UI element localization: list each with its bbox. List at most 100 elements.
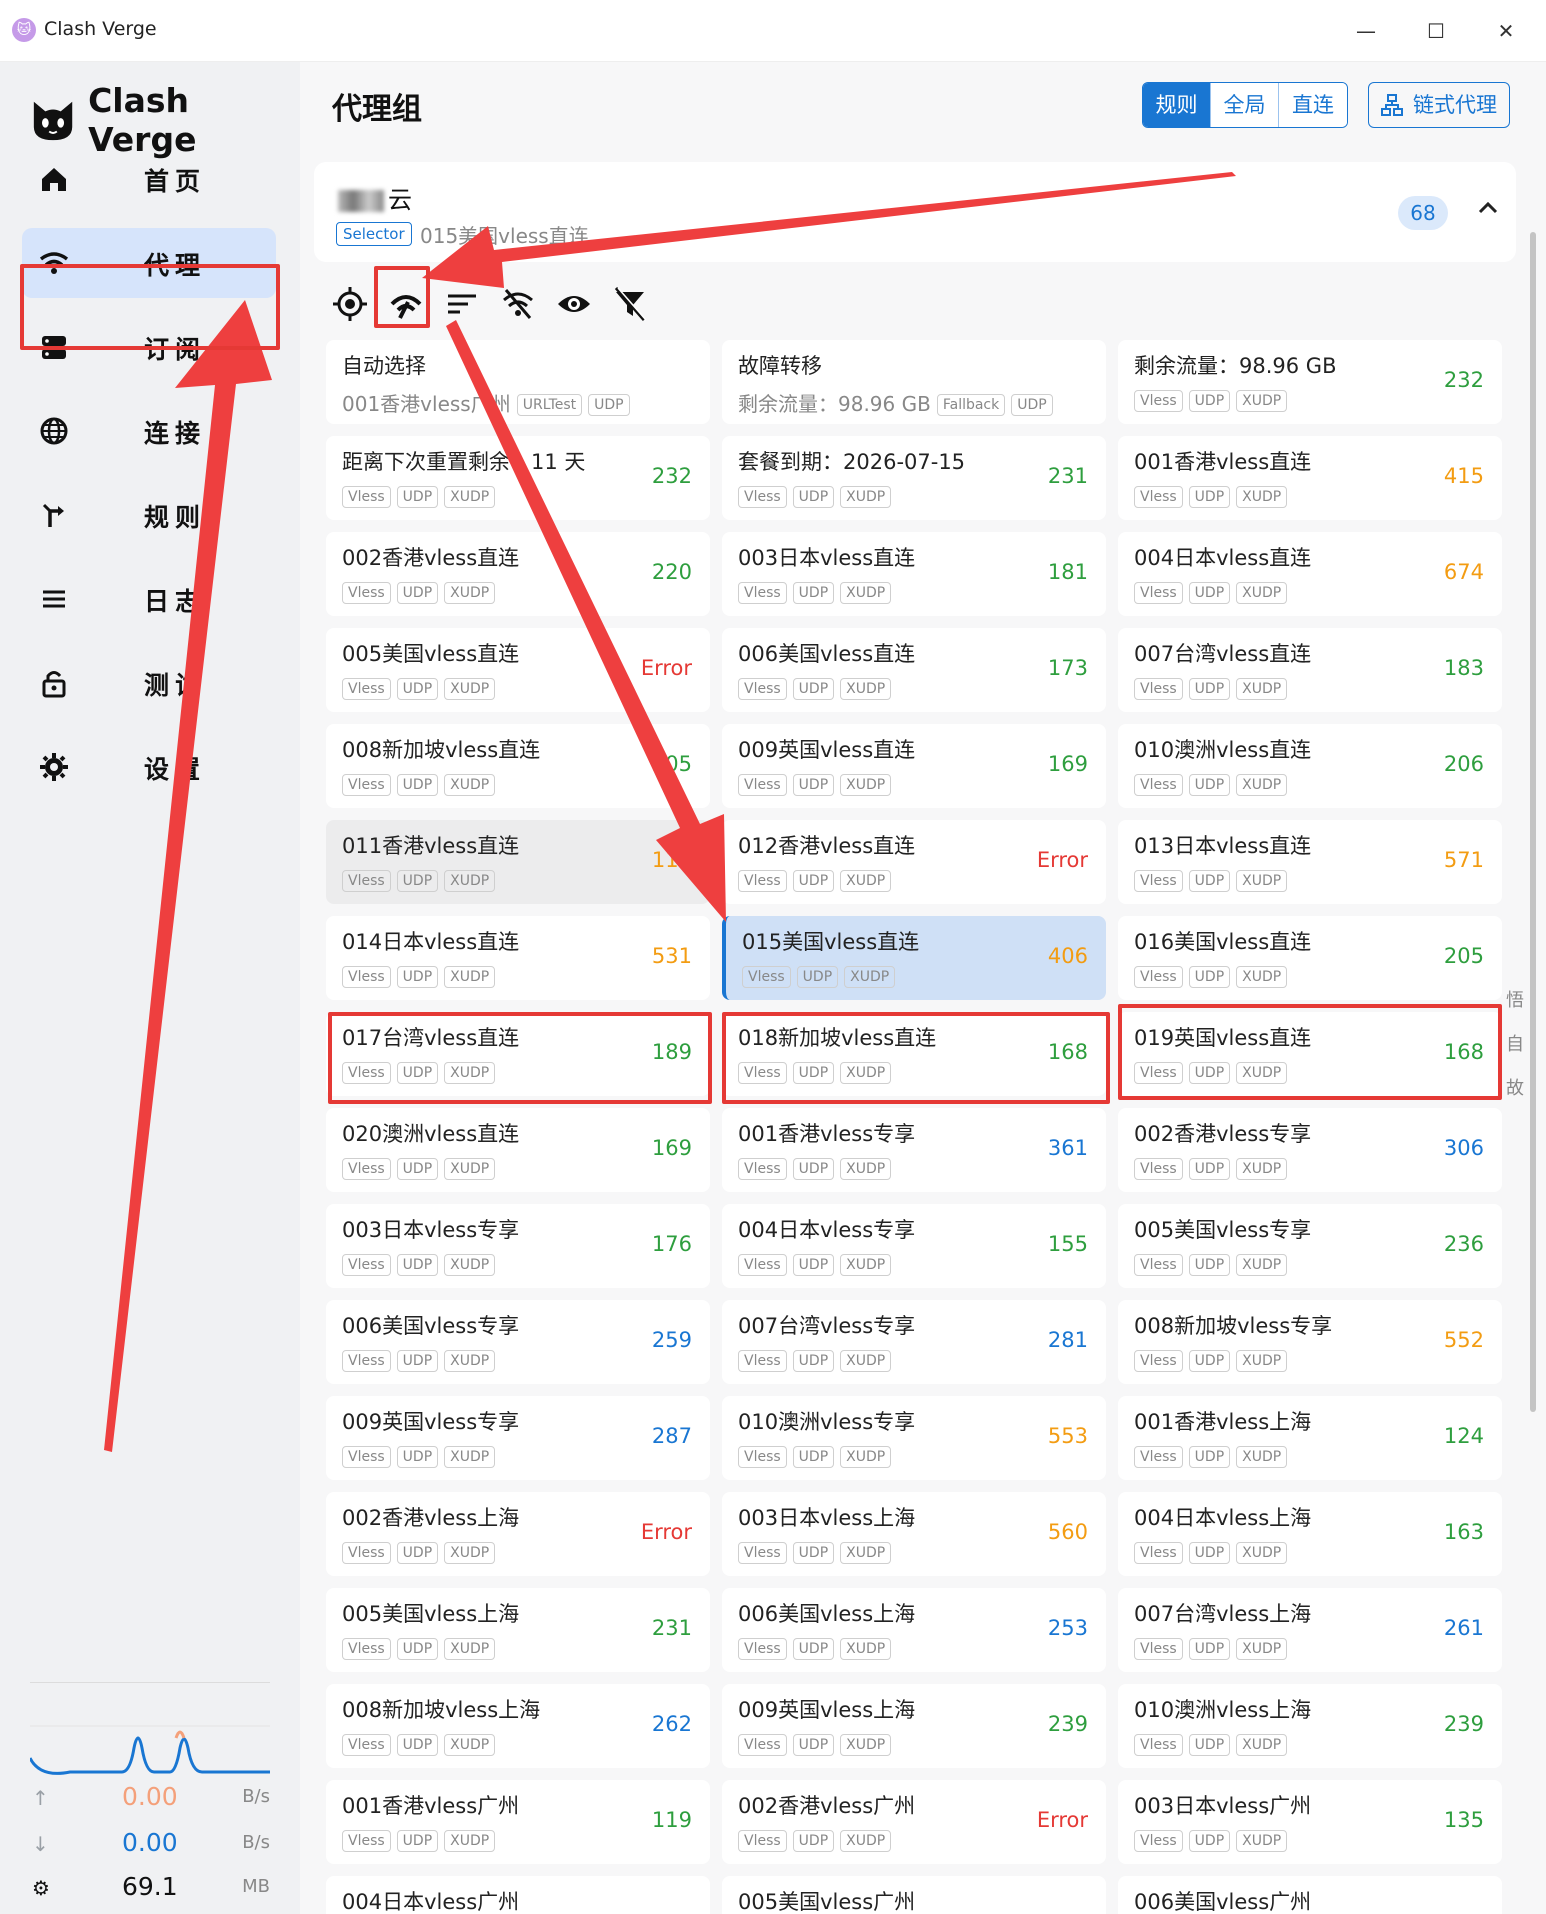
proxy-delay[interactable]: Error	[641, 656, 692, 680]
proxy-card[interactable]: 001香港vless直连 Vless UDP XUDP 415	[1118, 436, 1502, 520]
proxy-card[interactable]: 009英国vless直连 Vless UDP XUDP 169	[722, 724, 1106, 808]
proxy-card[interactable]: 003日本vless直连 Vless UDP XUDP 181	[722, 532, 1106, 616]
proxy-delay[interactable]: 232	[652, 464, 692, 488]
proxy-delay[interactable]: Error	[1037, 848, 1088, 872]
proxy-card[interactable]: 010澳洲vless直连 Vless UDP XUDP 206	[1118, 724, 1502, 808]
eye-icon[interactable]	[554, 284, 594, 324]
locate-icon[interactable]	[330, 284, 370, 324]
proxy-card[interactable]: 012香港vless直连 Vless UDP XUDP Error	[722, 820, 1106, 904]
proxy-delay[interactable]: 552	[1444, 1328, 1484, 1352]
proxy-card[interactable]: 005美国vless上海 Vless UDP XUDP 231	[326, 1588, 710, 1672]
proxy-delay[interactable]: 232	[1444, 368, 1484, 392]
proxy-delay[interactable]: 306	[1444, 1136, 1484, 1160]
proxy-card[interactable]: 004日本vless上海 Vless UDP XUDP 163	[1118, 1492, 1502, 1576]
sort-icon[interactable]	[442, 284, 482, 324]
proxy-group-header[interactable]: 云 Selector 015美国vless直连 68	[314, 162, 1516, 262]
maximize-button[interactable]: ☐	[1416, 14, 1456, 48]
proxy-card[interactable]: 004日本vless专享 Vless UDP XUDP 155	[722, 1204, 1106, 1288]
proxy-delay[interactable]: 262	[652, 1712, 692, 1736]
proxy-card[interactable]: 005美国vless直连 Vless UDP XUDP Error	[326, 628, 710, 712]
proxy-card[interactable]: 002香港vless专享 Vless UDP XUDP 306	[1118, 1108, 1502, 1192]
proxy-card[interactable]: 008新加坡vless专享 Vless UDP XUDP 552	[1118, 1300, 1502, 1384]
proxy-card[interactable]: 009英国vless上海 Vless UDP XUDP 239	[722, 1684, 1106, 1768]
proxy-card[interactable]: 003日本vless上海 Vless UDP XUDP 560	[722, 1492, 1106, 1576]
sidebar-item-list[interactable]: 日志	[22, 564, 276, 634]
proxy-card[interactable]: 010澳洲vless专享 Vless UDP XUDP 553	[722, 1396, 1106, 1480]
proxy-delay[interactable]: 173	[1048, 656, 1088, 680]
proxy-delay[interactable]: 560	[1048, 1520, 1088, 1544]
proxy-delay[interactable]: Error	[641, 1520, 692, 1544]
scrollbar[interactable]	[1528, 232, 1538, 1412]
proxy-delay[interactable]: 206	[1444, 752, 1484, 776]
sidebar-item-route[interactable]: 规则	[22, 480, 276, 550]
proxy-delay[interactable]: 253	[1048, 1616, 1088, 1640]
proxy-card[interactable]: 016美国vless直连 Vless UDP XUDP 205	[1118, 916, 1502, 1000]
proxy-card[interactable]: 020澳洲vless直连 Vless UDP XUDP 169	[326, 1108, 710, 1192]
chevron-up-icon[interactable]	[1472, 192, 1504, 224]
proxy-card[interactable]: 013日本vless直连 Vless UDP XUDP 571	[1118, 820, 1502, 904]
proxy-card[interactable]: 008新加坡vless直连 Vless UDP XUDP 205	[326, 724, 710, 808]
proxy-card[interactable]: 004日本vless广州	[326, 1876, 710, 1914]
proxy-delay[interactable]: 205	[652, 752, 692, 776]
proxy-delay[interactable]: 113	[652, 848, 692, 872]
mode-direct-button[interactable]: 直连	[1279, 83, 1347, 127]
proxy-card[interactable]: 005美国vless专享 Vless UDP XUDP 236	[1118, 1204, 1502, 1288]
proxy-card[interactable]: 007台湾vless专享 Vless UDP XUDP 281	[722, 1300, 1106, 1384]
proxy-delay[interactable]: 231	[1048, 464, 1088, 488]
proxy-card[interactable]: 002香港vless直连 Vless UDP XUDP 220	[326, 532, 710, 616]
proxy-card[interactable]: 005美国vless广州	[722, 1876, 1106, 1914]
proxy-card[interactable]: 007台湾vless直连 Vless UDP XUDP 183	[1118, 628, 1502, 712]
proxy-delay[interactable]: 176	[652, 1232, 692, 1256]
proxy-delay[interactable]: 553	[1048, 1424, 1088, 1448]
proxy-card[interactable]: 004日本vless直连 Vless UDP XUDP 674	[1118, 532, 1502, 616]
proxy-delay[interactable]: 674	[1444, 560, 1484, 584]
hide-unavailable-icon[interactable]	[498, 284, 538, 324]
proxy-delay[interactable]: 169	[1048, 752, 1088, 776]
proxy-delay[interactable]: 169	[652, 1136, 692, 1160]
proxy-card[interactable]: 002香港vless广州 Vless UDP XUDP Error	[722, 1780, 1106, 1864]
proxy-delay[interactable]: 220	[652, 560, 692, 584]
proxy-delay[interactable]: 361	[1048, 1136, 1088, 1160]
mode-rule-button[interactable]: 规则	[1143, 83, 1211, 127]
proxy-delay[interactable]: 236	[1444, 1232, 1484, 1256]
proxy-delay[interactable]: 135	[1444, 1808, 1484, 1832]
proxy-card[interactable]: 001香港vless上海 Vless UDP XUDP 124	[1118, 1396, 1502, 1480]
proxy-card[interactable]: 006美国vless上海 Vless UDP XUDP 253	[722, 1588, 1106, 1672]
chain-proxy-button[interactable]: 链式代理	[1368, 82, 1510, 128]
proxy-card[interactable]: 009英国vless专享 Vless UDP XUDP 287	[326, 1396, 710, 1480]
sidebar-item-lock[interactable]: 测试	[22, 648, 276, 718]
proxy-card[interactable]: 007台湾vless上海 Vless UDP XUDP 261	[1118, 1588, 1502, 1672]
proxy-delay[interactable]: 571	[1444, 848, 1484, 872]
proxy-delay[interactable]: 181	[1048, 560, 1088, 584]
minimize-button[interactable]: —	[1346, 14, 1386, 48]
proxy-card[interactable]: 001香港vless广州 Vless UDP XUDP 119	[326, 1780, 710, 1864]
filter-off-icon[interactable]	[610, 284, 650, 324]
proxy-card[interactable]: 010澳洲vless上海 Vless UDP XUDP 239	[1118, 1684, 1502, 1768]
proxy-card[interactable]: 距离下次重置剩余：11 天 Vless UDP XUDP 232	[326, 436, 710, 520]
sidebar-item-home[interactable]: 首页	[22, 144, 276, 214]
proxy-card[interactable]: 剩余流量：98.96 GB Vless UDP XUDP 232	[1118, 340, 1502, 424]
proxy-card[interactable]: 自动选择 001香港vless广州 URLTest UDP	[326, 340, 710, 424]
proxy-card[interactable]: 003日本vless广州 Vless UDP XUDP 135	[1118, 1780, 1502, 1864]
close-button[interactable]: ✕	[1486, 14, 1526, 48]
proxy-delay[interactable]: Error	[1037, 1808, 1088, 1832]
proxy-card[interactable]: 006美国vless直连 Vless UDP XUDP 173	[722, 628, 1106, 712]
proxy-card[interactable]: 014日本vless直连 Vless UDP XUDP 531	[326, 916, 710, 1000]
proxy-delay[interactable]: 163	[1444, 1520, 1484, 1544]
proxy-delay[interactable]: 259	[652, 1328, 692, 1352]
proxy-delay[interactable]: 406	[1048, 944, 1088, 968]
proxy-card[interactable]: 套餐到期：2026-07-15 Vless UDP XUDP 231	[722, 436, 1106, 520]
proxy-delay[interactable]: 155	[1048, 1232, 1088, 1256]
proxy-delay[interactable]: 531	[652, 944, 692, 968]
proxy-card[interactable]: 003日本vless专享 Vless UDP XUDP 176	[326, 1204, 710, 1288]
proxy-card[interactable]: 002香港vless上海 Vless UDP XUDP Error	[326, 1492, 710, 1576]
proxy-card[interactable]: 故障转移 剩余流量：98.96 GB Fallback UDP	[722, 340, 1106, 424]
proxy-delay[interactable]: 205	[1444, 944, 1484, 968]
proxy-card[interactable]: 015美国vless直连 Vless UDP XUDP 406	[722, 916, 1106, 1000]
proxy-delay[interactable]: 239	[1048, 1712, 1088, 1736]
proxy-delay[interactable]: 261	[1444, 1616, 1484, 1640]
proxy-delay[interactable]: 124	[1444, 1424, 1484, 1448]
proxy-card[interactable]: 006美国vless专享 Vless UDP XUDP 259	[326, 1300, 710, 1384]
scrollbar-thumb[interactable]	[1530, 232, 1536, 1412]
sidebar-item-gear[interactable]: 设置	[22, 732, 276, 802]
